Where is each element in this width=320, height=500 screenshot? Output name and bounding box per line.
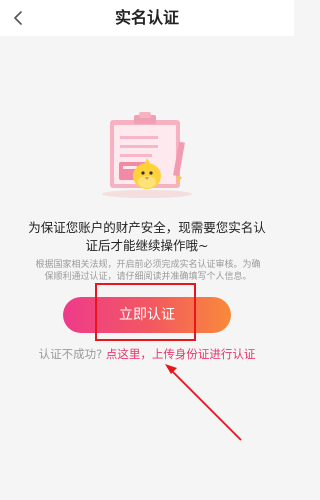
regulation-note-line-1: 根据国家相关法规，开启前必须完成实名认证审核。为确: [35, 260, 261, 270]
verify-now-button[interactable]: 立即认证: [63, 297, 231, 333]
top-bar: 实名认证: [0, 0, 294, 36]
security-message-line-1: 为保证您账户的财产安全，现需要您实名认: [28, 220, 266, 235]
security-message: 为保证您账户的财产安全，现需要您实名认 证后才能继续操作哦~: [26, 219, 268, 255]
pointer-arrow: [165, 364, 242, 441]
page-title: 实名认证: [114, 8, 179, 27]
regulation-note: 根据国家相关法规，开启前必须完成实名认证审核。为确 保顺利通过认证，请仔细阅读并…: [30, 259, 266, 283]
security-message-line-2: 证后才能继续操作哦~: [85, 238, 209, 253]
regulation-note-line-2: 保顺利通过认证，请仔细阅读并准确填写个人信息。: [44, 272, 252, 282]
clipboard-chick-illustration: [102, 112, 192, 198]
failed-question: 认证不成功?: [38, 347, 103, 361]
